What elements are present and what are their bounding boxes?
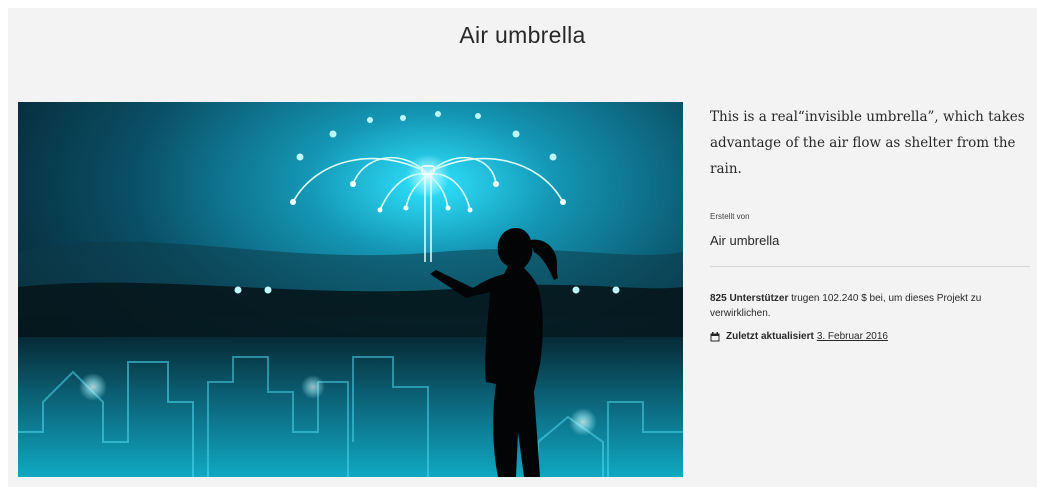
created-by-label: Erstellt von: [710, 212, 750, 221]
divider: [710, 266, 1030, 267]
hero-illustration: [18, 102, 683, 477]
project-hero-image[interactable]: [18, 102, 683, 477]
page-title: Air umbrella: [459, 22, 586, 48]
backers-count: 825 Unterstützer: [710, 293, 789, 304]
backers-summary: 825 Unterstützer trugen 102.240 $ bei, u…: [710, 291, 1030, 321]
project-sidebar: This is a real“invisible umbrella”, whic…: [710, 104, 1030, 342]
updated-date-link[interactable]: 3. Februar 2016: [817, 331, 888, 342]
updated-label: Zuletzt aktualisiert: [726, 331, 814, 342]
creator-name[interactable]: Air umbrella: [710, 233, 1030, 248]
calendar-icon: [710, 331, 720, 341]
project-description: This is a real“invisible umbrella”, whic…: [710, 109, 1025, 177]
last-updated: Zuletzt aktualisiert 3. Februar 2016: [710, 331, 1030, 342]
page-frame: Air umbrella This is a real“invisible um…: [8, 8, 1037, 487]
